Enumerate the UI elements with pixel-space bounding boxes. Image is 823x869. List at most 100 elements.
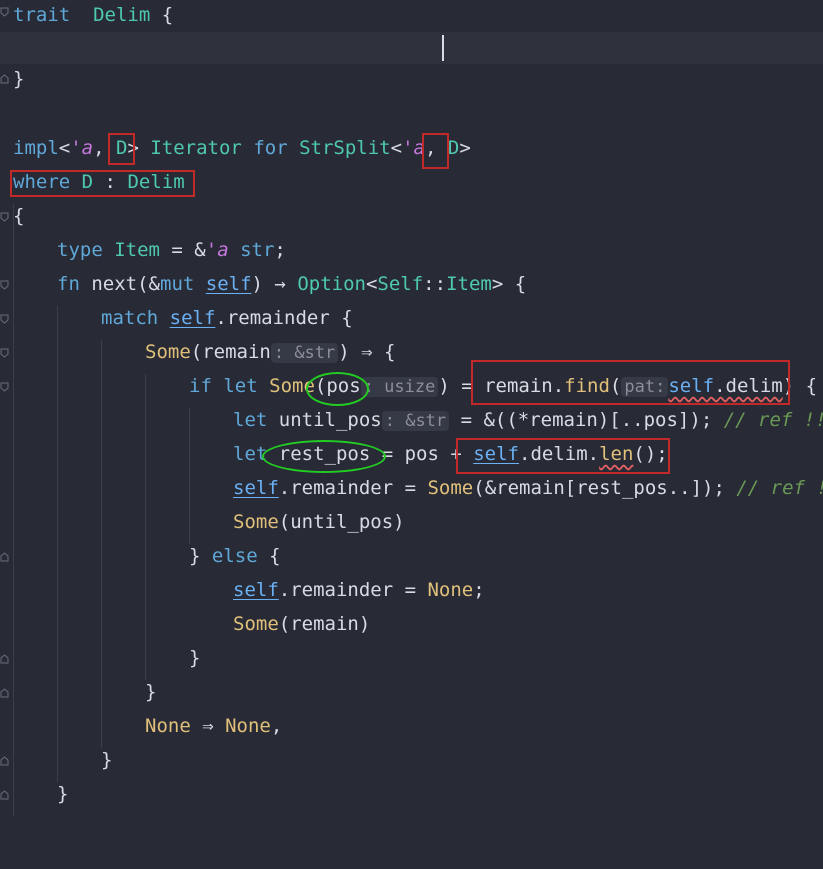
punct: ) →	[251, 273, 298, 295]
code-line-9[interactable]: fn next(&mut self) → Option<Self::Item> …	[0, 269, 823, 303]
code-line-3[interactable]: }	[0, 64, 823, 98]
code-text: .remainder =	[278, 579, 428, 601]
keyword: let	[223, 375, 258, 397]
code-line-18[interactable]: self.remainder = None;	[0, 575, 823, 609]
punct: <	[390, 137, 403, 159]
fold-end-marker-icon[interactable]	[0, 688, 9, 698]
fold-marker-icon[interactable]	[0, 280, 9, 290]
variant-name: None	[145, 715, 191, 737]
punct: = &	[159, 239, 206, 261]
code-text: .remainder {	[215, 307, 353, 329]
keyword: if	[189, 375, 212, 397]
punct: <	[365, 273, 378, 295]
keyword: mut	[160, 273, 195, 295]
annotation-box	[10, 170, 195, 197]
variable: until_pos	[278, 409, 382, 431]
fold-marker-icon[interactable]	[0, 382, 9, 392]
fold-marker-icon[interactable]	[0, 314, 9, 324]
punct: ⇒	[190, 715, 226, 737]
keyword: fn	[57, 273, 80, 295]
annotation-ellipse	[262, 440, 386, 473]
code-line-22[interactable]: None ⇒ None,	[0, 711, 823, 745]
keyword: else	[211, 545, 258, 567]
variant-name: None	[427, 579, 474, 601]
annotation-box	[456, 438, 670, 474]
fold-end-marker-icon[interactable]	[0, 552, 9, 562]
keyword: let	[233, 409, 268, 431]
comment: // ref !!	[736, 477, 823, 499]
punct: ;	[473, 579, 485, 601]
brace: {	[13, 205, 25, 227]
fold-marker-icon[interactable]	[0, 212, 9, 222]
type-name: Self	[377, 273, 424, 295]
code-editor[interactable]: trait Delim { } impl<'a, D> Iterator for…	[0, 0, 823, 816]
self-keyword: self	[233, 579, 279, 601]
self-keyword: self	[169, 307, 216, 329]
type-param: D	[447, 137, 460, 159]
punct: >	[491, 273, 504, 295]
code-line-15[interactable]: self.remainder = Some(&remain[rest_pos..…	[0, 473, 823, 507]
code-line-21[interactable]: }	[0, 677, 823, 711]
punct: ;	[274, 239, 286, 261]
annotation-box	[422, 133, 449, 169]
fold-marker-icon[interactable]	[0, 348, 9, 358]
self-keyword: self	[205, 273, 252, 295]
annotation-box	[108, 133, 135, 165]
brace: }	[13, 68, 25, 90]
code-text: (until_pos)	[278, 511, 405, 533]
comment: // ref !!	[723, 409, 823, 431]
code-line-23[interactable]: }	[0, 745, 823, 779]
code-line-13[interactable]: let until_pos: &str = &((*remain)[..pos]…	[0, 405, 823, 439]
keyword: match	[101, 307, 159, 329]
lifetime: 'a	[205, 239, 229, 261]
code-line-19[interactable]: Some(remain)	[0, 609, 823, 643]
code-line-16[interactable]: Some(until_pos)	[0, 507, 823, 541]
code-line-2-current[interactable]	[0, 32, 823, 64]
brace: }	[101, 749, 113, 771]
code-text: (remain	[190, 341, 271, 363]
code-text: = &((*remain)[..pos]);	[449, 409, 724, 431]
type-hint: : usize	[360, 377, 439, 397]
punct: >	[459, 137, 471, 159]
variant-name: Some	[427, 477, 474, 499]
text-cursor	[442, 35, 444, 61]
struct-name: StrSplit	[299, 137, 391, 159]
brace: {	[161, 4, 174, 26]
brace: }	[145, 681, 157, 703]
code-line-10[interactable]: match self.remainder {	[0, 303, 823, 337]
code-line-1[interactable]: trait Delim {	[0, 0, 823, 34]
punct: <	[58, 137, 71, 159]
code-line-7[interactable]: {	[0, 201, 823, 235]
brace: {	[257, 545, 281, 567]
fold-end-marker-icon[interactable]	[0, 790, 9, 800]
fold-end-marker-icon[interactable]	[0, 756, 9, 766]
type-name: Option	[297, 273, 366, 295]
type-name: Item	[114, 239, 160, 261]
type-hint: : &str	[270, 343, 339, 363]
keyword: impl	[13, 137, 59, 159]
code-text: ) ⇒ {	[338, 341, 396, 363]
fold-end-marker-icon[interactable]	[0, 74, 9, 84]
variant-name: None	[225, 715, 271, 737]
code-line-20[interactable]: }	[0, 643, 823, 677]
variant-name: Some	[233, 511, 279, 533]
type-name: str	[240, 239, 275, 261]
code-line-8[interactable]: type Item = &'a str;	[0, 235, 823, 269]
brace: }	[189, 545, 212, 567]
code-line-17[interactable]: } else {	[0, 541, 823, 575]
code-line-24[interactable]: }	[0, 779, 823, 813]
type-hint: : &str	[381, 411, 450, 431]
punct: {	[503, 273, 527, 295]
variant-name: Some	[145, 341, 191, 363]
function-name: next	[91, 273, 138, 295]
lifetime: 'a	[70, 137, 94, 159]
code-line-14[interactable]: let rest_pos = pos + self.delim.len();	[0, 439, 823, 473]
annotation-ellipse	[306, 372, 369, 406]
brace: }	[189, 647, 201, 669]
keyword: for	[253, 137, 288, 159]
code-text: (&remain[rest_pos..]);	[473, 477, 737, 499]
type-name: Item	[446, 273, 492, 295]
punct: (&	[137, 273, 160, 295]
fold-marker-icon[interactable]	[0, 7, 9, 17]
fold-end-marker-icon[interactable]	[0, 654, 9, 664]
